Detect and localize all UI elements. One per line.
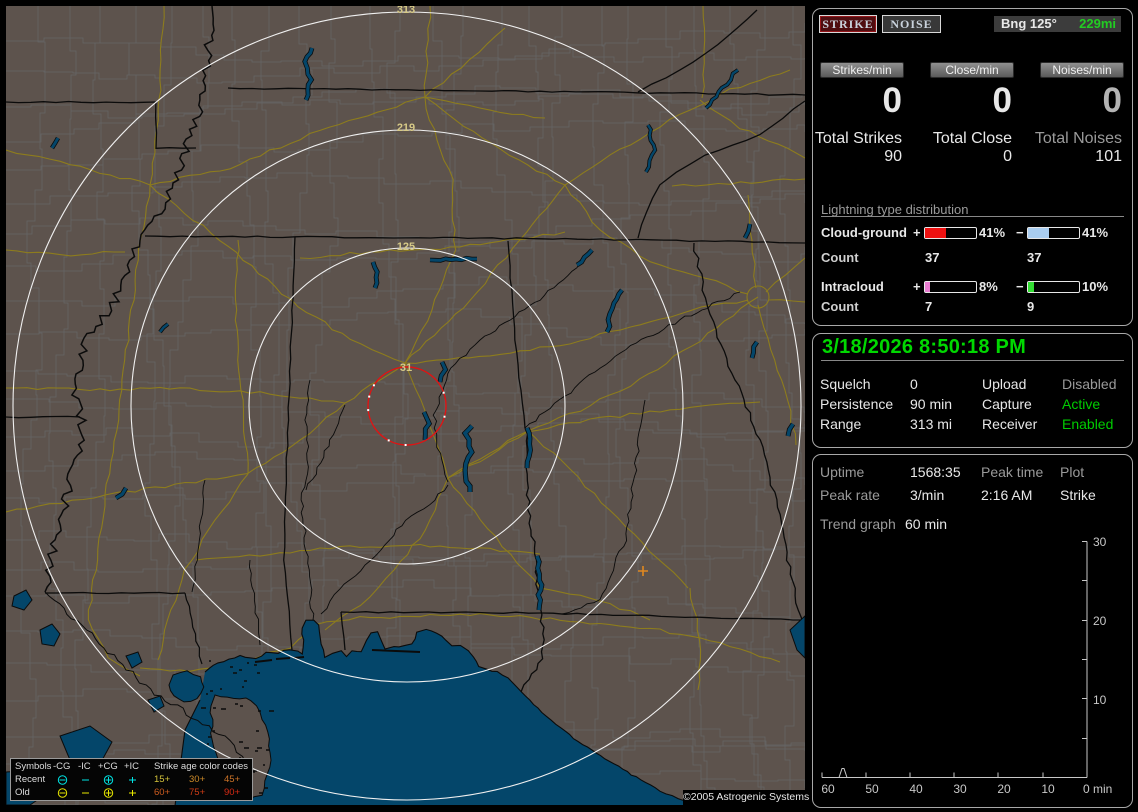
- svg-text:60: 60: [821, 782, 835, 796]
- svg-text:125: 125: [397, 241, 415, 253]
- svg-text:313: 313: [397, 6, 415, 16]
- svg-text:30: 30: [953, 782, 967, 796]
- svg-text:40: 40: [909, 782, 923, 796]
- svg-text:31: 31: [400, 362, 412, 374]
- svg-text:219: 219: [397, 122, 415, 134]
- svg-text:0 min: 0 min: [1083, 782, 1112, 796]
- svg-text:50: 50: [865, 782, 879, 796]
- svg-text:10: 10: [1041, 782, 1055, 796]
- svg-text:20: 20: [1093, 614, 1107, 628]
- svg-text:10: 10: [1093, 693, 1107, 707]
- svg-text:30: 30: [1093, 535, 1107, 549]
- svg-text:20: 20: [997, 782, 1011, 796]
